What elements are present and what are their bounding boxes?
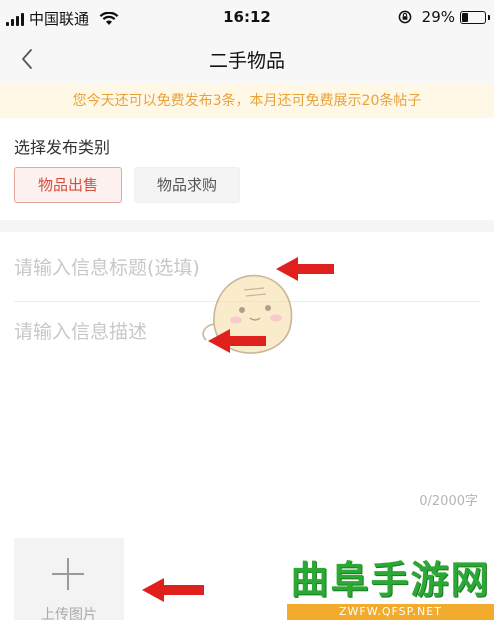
- upload-image-button[interactable]: 上传图片: [14, 538, 124, 620]
- watermark-title: 曲阜手游网: [290, 557, 491, 602]
- arrow-pointer-icon: [276, 257, 334, 281]
- section-divider: [0, 220, 494, 232]
- upload-label: 上传图片: [41, 607, 97, 620]
- site-watermark: 曲阜手游网 ZWFW.QFSP.NET: [287, 556, 494, 620]
- page-title: 二手物品: [208, 50, 285, 72]
- arrow-pointer-icon: [142, 578, 204, 602]
- status-right: 29%: [398, 8, 490, 26]
- plus-icon: [52, 558, 84, 590]
- category-sell-button[interactable]: 物品出售: [14, 167, 122, 203]
- arrow-pointer-icon: [208, 329, 266, 353]
- status-bar: 中国联通 16:12 29%: [0, 0, 494, 34]
- nav-bar: 二手物品: [0, 34, 494, 84]
- category-buy-button[interactable]: 物品求购: [134, 167, 240, 203]
- orientation-lock-icon: [398, 10, 412, 24]
- char-counter: 0/2000字: [419, 494, 478, 509]
- watermark-subtitle: ZWFW.QFSP.NET: [287, 604, 494, 620]
- battery-icon: [460, 10, 490, 24]
- battery-level: [462, 12, 469, 22]
- category-label: 选择发布类别: [14, 138, 111, 157]
- notice-banner: 您今天还可以免费发布3条，本月还可免费展示20条帖子: [0, 84, 494, 118]
- battery-percent: 29%: [421, 8, 455, 26]
